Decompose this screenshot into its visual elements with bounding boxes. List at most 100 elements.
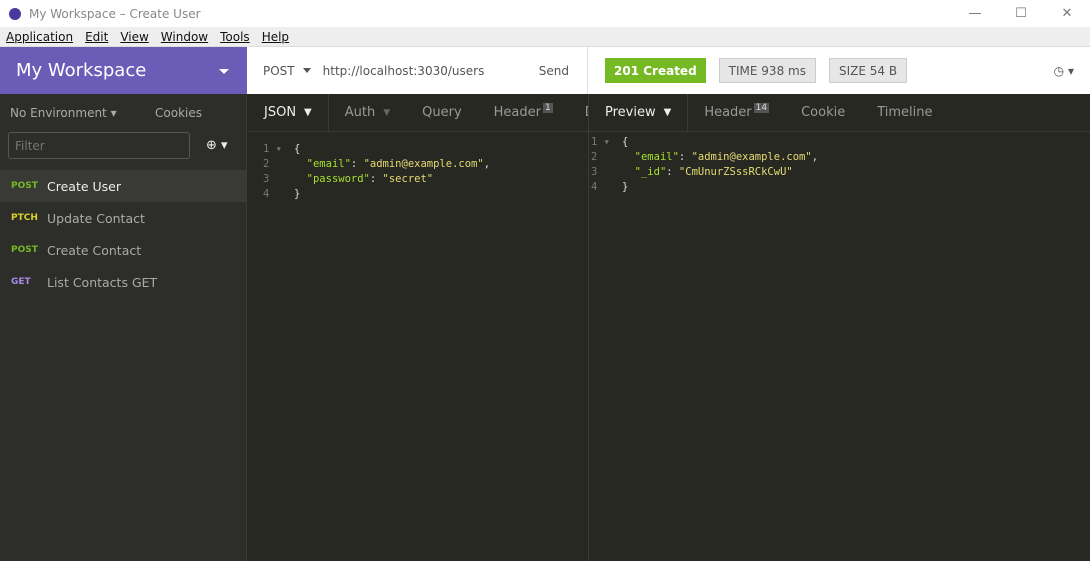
method-label: POST: [263, 63, 295, 78]
menu-application[interactable]: Application: [6, 30, 73, 44]
url-input[interactable]: http://localhost:3030/users: [323, 64, 485, 78]
code-token: "email": [634, 151, 679, 163]
menu-view[interactable]: View: [120, 30, 148, 44]
send-button[interactable]: Send: [539, 64, 569, 78]
code-token: }: [622, 181, 629, 193]
sidebar-request-item[interactable]: POST Create User: [0, 170, 246, 202]
line-number: 2: [591, 151, 610, 163]
size-badge: SIZE 54 B: [828, 58, 908, 83]
workspace-dropdown[interactable]: My Workspace: [0, 47, 247, 94]
tab-auth[interactable]: Auth ▼: [329, 94, 406, 131]
code-token: :: [369, 173, 383, 185]
code-token: "admin@example.com": [691, 151, 812, 163]
line-number: 3: [591, 166, 610, 178]
cookies-button[interactable]: Cookies: [155, 106, 202, 120]
size-label: SIZE: [838, 63, 866, 78]
pane-divider[interactable]: [588, 94, 589, 561]
window-title: My Workspace – Create User: [29, 6, 201, 21]
size-value: 54 B: [869, 63, 898, 78]
chevron-down-icon: ▾: [110, 106, 117, 120]
response-tabs: Preview ▼ Header 14 Cookie Timeline: [589, 94, 1090, 132]
code-token: "admin@example.com": [363, 158, 484, 170]
code-token: :: [678, 151, 692, 163]
code-token: }: [294, 188, 301, 200]
response-status-bar: 201 Created TIME 938 ms SIZE 54 B ◷ ▾: [588, 47, 1090, 94]
tab-label: Header: [493, 105, 541, 120]
response-preview: 1 ▾{2 "email": "admin@example.com", 3 "_i…: [590, 136, 818, 196]
code-token: "_id": [634, 166, 667, 178]
sidebar-request-item[interactable]: POST Create Contact: [0, 234, 246, 266]
request-name: List Contacts GET: [47, 274, 158, 290]
code-line: 1 ▾ {: [262, 143, 490, 158]
request-body-editor[interactable]: 1 ▾{2 "email": "admin@example.com", 3 "pa…: [262, 143, 490, 203]
menu-edit[interactable]: Edit: [85, 30, 108, 44]
request-name: Create Contact: [47, 242, 142, 258]
tab-label: Cookie: [801, 105, 846, 120]
sidebar: No Environment ▾ Cookies ⊕ ▾ POST Create …: [0, 94, 247, 561]
time-value: 938 ms: [761, 63, 806, 78]
sidebar-request-item[interactable]: PTCH Update Contact: [0, 202, 246, 234]
tab-cookie[interactable]: Cookie: [785, 94, 861, 131]
close-button[interactable]: ✕: [1044, 0, 1090, 27]
app-logo-icon: [9, 7, 21, 20]
code-line: 2 "email": "admin@example.com",: [590, 151, 818, 166]
tab-label: Header: [704, 105, 752, 120]
code-line: 4 }: [590, 181, 818, 196]
code-token: {: [294, 143, 301, 155]
tab-header[interactable]: Header 1: [478, 94, 569, 131]
minimize-button[interactable]: —: [952, 0, 998, 27]
menu-bar: Application Edit View Window Tools Help: [0, 27, 1090, 47]
method-dropdown[interactable]: POST: [263, 64, 323, 78]
add-request-button[interactable]: ⊕ ▾: [206, 138, 228, 153]
time-badge: TIME 938 ms: [718, 58, 816, 83]
code-token: :: [666, 166, 679, 178]
status-badge: 201 Created: [605, 58, 706, 83]
url-bar: POST http://localhost:3030/users Send: [247, 47, 588, 94]
sidebar-request-item[interactable]: GET List Contacts GET: [0, 266, 246, 298]
filter-input[interactable]: [8, 132, 190, 159]
request-name: Create User: [47, 178, 121, 194]
menu-help[interactable]: Help: [262, 30, 289, 44]
plus-circle-icon: ⊕: [206, 138, 217, 153]
chevron-down-icon: ▾: [1067, 63, 1074, 78]
tab-label: JSON: [264, 105, 297, 120]
chevron-down-icon: ▾: [221, 138, 228, 153]
code-token: :: [350, 158, 364, 170]
menu-window[interactable]: Window: [161, 30, 208, 44]
line-number: 2: [263, 158, 282, 170]
tab-json[interactable]: JSON ▼: [248, 94, 329, 131]
chevron-down-icon: ▼: [304, 107, 312, 118]
code-token: "password": [306, 173, 370, 185]
code-token: "secret": [382, 173, 434, 185]
time-label: TIME: [728, 63, 758, 78]
method-tag: GET: [11, 277, 31, 287]
maximize-button[interactable]: ☐: [998, 0, 1044, 27]
tab-query[interactable]: Query: [406, 94, 478, 131]
line-number: 3: [263, 173, 282, 185]
tab-preview[interactable]: Preview ▼: [589, 94, 689, 131]
title-bar: My Workspace – Create User — ☐ ✕: [0, 0, 1090, 27]
environment-dropdown[interactable]: No Environment ▾: [10, 106, 117, 120]
code-token: ,: [483, 158, 491, 170]
code-token: "email": [306, 158, 351, 170]
chevron-down-icon: ▼: [663, 107, 672, 118]
tab-label: Query: [422, 105, 462, 120]
chevron-down-icon: ▼: [383, 107, 391, 118]
tab-timeline[interactable]: Timeline: [861, 94, 948, 131]
tab-d[interactable]: D: [569, 94, 588, 131]
code-line: 2 "email": "admin@example.com",: [262, 158, 490, 173]
line-number: 1 ▾: [591, 136, 610, 148]
code-line: 3 "password": "secret": [262, 173, 490, 188]
menu-tools[interactable]: Tools: [220, 30, 250, 44]
tab-label: Auth: [344, 105, 376, 120]
history-dropdown[interactable]: ◷ ▾: [1054, 64, 1074, 78]
line-number: 4: [591, 181, 610, 193]
clock-icon: ◷: [1053, 63, 1065, 78]
code-line: 4 }: [262, 188, 490, 203]
tab-label: Preview: [605, 105, 656, 120]
tab-header[interactable]: Header 14: [688, 94, 785, 131]
code-token: "CmUnurZSssRCkCwU": [678, 166, 793, 178]
tab-label: Timeline: [877, 105, 933, 120]
